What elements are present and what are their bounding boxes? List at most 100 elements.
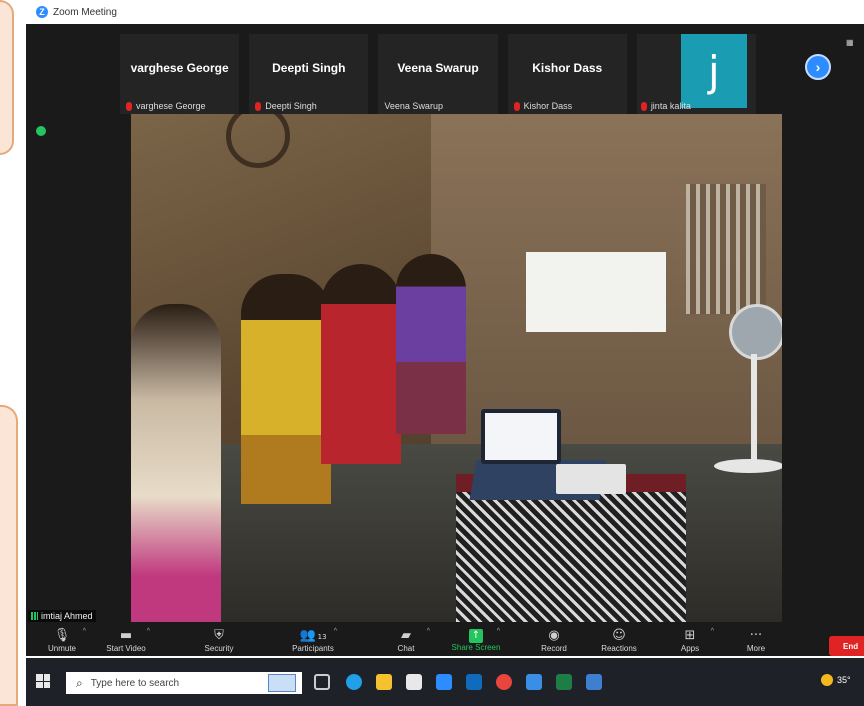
chevron-up-icon[interactable]: ^	[497, 628, 500, 635]
view-icon[interactable]: ▦	[846, 38, 854, 47]
weather-temp: 35°	[837, 675, 851, 685]
video-projector	[556, 464, 626, 494]
participant-tile[interactable]: Deepti Singh Deepti Singh	[249, 34, 369, 114]
participant-label: varghese George	[126, 101, 206, 111]
video-fan	[729, 304, 782, 360]
record-label: Record	[541, 643, 567, 653]
task-view-icon[interactable]	[314, 674, 330, 690]
search-highlight-icon	[268, 674, 296, 692]
participant-label-text: Kishor Dass	[523, 101, 573, 111]
store-icon[interactable]	[406, 674, 422, 690]
weather-widget[interactable]: 35°	[821, 674, 851, 686]
mic-muted-icon	[255, 101, 262, 111]
active-speaker-name: imtiaj Ahmed	[41, 611, 93, 621]
start-video-button[interactable]: ▬ Start Video ^	[96, 624, 156, 656]
video-people	[131, 254, 491, 622]
video-person	[321, 264, 401, 464]
reactions-icon: ☺	[612, 627, 626, 643]
chevron-up-icon[interactable]: ^	[711, 628, 714, 635]
participant-label-text: varghese George	[136, 101, 206, 111]
video-window-grill	[686, 184, 766, 314]
security-button[interactable]: ⛨ Security	[189, 624, 249, 656]
participant-tile[interactable]: varghese George varghese George	[120, 34, 240, 114]
share-screen-label: Share Screen	[451, 642, 501, 652]
edge-browser-icon[interactable]	[346, 674, 362, 690]
audio-level-icon	[31, 612, 38, 620]
participant-label: Veena Swarup	[384, 101, 443, 111]
participant-name: Deepti Singh	[272, 61, 346, 75]
zoom-taskbar-icon[interactable]	[436, 674, 452, 690]
chevron-up-icon[interactable]: ^	[427, 628, 430, 635]
video-window-light	[526, 252, 666, 332]
zoom-logo-icon: Z	[36, 6, 48, 18]
participant-thumbnail-strip: varghese George varghese George Deepti S…	[120, 34, 766, 114]
app-icon[interactable]	[526, 674, 542, 690]
record-button[interactable]: ◉ Record	[524, 624, 584, 656]
participant-name: Veena Swarup	[397, 61, 479, 75]
chrome-icon[interactable]	[496, 674, 512, 690]
participant-label-text: jinta kalita	[650, 101, 691, 111]
photos-icon[interactable]	[586, 674, 602, 690]
windows-start-icon[interactable]	[36, 674, 50, 688]
mic-muted-icon	[126, 101, 132, 111]
chevron-up-icon[interactable]: ^	[147, 628, 150, 635]
mic-muted-icon	[513, 101, 520, 111]
apps-label: Apps	[680, 643, 700, 653]
video-person	[396, 254, 466, 434]
record-icon: ◉	[548, 627, 560, 643]
chat-icon: ▰	[401, 627, 411, 643]
participant-label: Deepti Singh	[255, 101, 317, 111]
zoom-meeting-window: varghese George varghese George Deepti S…	[26, 24, 864, 656]
participant-tile[interactable]: j jinta kalita	[636, 34, 757, 114]
sun-icon	[821, 674, 833, 686]
search-placeholder: Type here to search	[90, 677, 180, 689]
video-person	[241, 274, 331, 504]
participant-label-text: Veena Swarup	[384, 101, 443, 111]
mic-off-icon: 🎙	[53, 627, 71, 643]
apps-button[interactable]: ⊞ Apps ^	[660, 624, 720, 656]
video-person	[131, 304, 221, 622]
slide-border-decoration-bottom	[0, 405, 18, 706]
more-icon: ···	[749, 627, 763, 643]
shield-icon: ⛨	[214, 627, 224, 643]
slide-border-decoration	[0, 0, 14, 155]
outlook-icon[interactable]	[466, 674, 482, 690]
unmute-button[interactable]: 🎙 Unmute ^	[32, 624, 92, 656]
chevron-up-icon[interactable]: ^	[334, 628, 337, 635]
participant-avatar: j	[680, 34, 747, 108]
encryption-shield-icon[interactable]	[36, 126, 46, 136]
next-page-arrow-icon[interactable]: ›	[805, 54, 831, 80]
apps-icon: ⊞	[684, 627, 696, 643]
participant-tile[interactable]: Kishor Dass Kishor Dass	[507, 34, 627, 114]
reactions-label: Reactions	[601, 643, 637, 653]
participants-label: Participants	[292, 643, 334, 653]
more-label: More	[746, 643, 766, 653]
reactions-button[interactable]: ☺ Reactions	[589, 624, 649, 656]
video-off-icon: ▬	[119, 627, 133, 643]
active-speaker-label: imtiaj Ahmed	[28, 610, 96, 622]
window-title: Zoom Meeting	[53, 6, 117, 18]
chevron-up-icon[interactable]: ^	[83, 628, 86, 635]
video-laptop	[481, 409, 561, 464]
mic-muted-icon	[640, 101, 647, 111]
file-explorer-icon[interactable]	[376, 674, 392, 690]
chat-label: Chat	[397, 643, 415, 653]
participant-tile[interactable]: Veena Swarup Veena Swarup	[378, 34, 498, 114]
more-button[interactable]: ··· More	[726, 624, 786, 656]
title-bar: Z Zoom Meeting	[26, 0, 864, 24]
participant-name: Kishor Dass	[532, 61, 603, 75]
taskbar-search-box[interactable]: ⌕ Type here to search	[66, 672, 302, 694]
participants-button[interactable]: 👥 13 Participants ^	[283, 624, 343, 656]
unmute-label: Unmute	[47, 643, 76, 653]
chat-button[interactable]: ▰ Chat ^	[376, 624, 436, 656]
video-wall-clock	[226, 114, 290, 168]
excel-icon[interactable]	[556, 674, 572, 690]
participants-icon: 👥 13	[299, 627, 327, 643]
main-video-feed	[131, 114, 782, 622]
participant-label-text: Deepti Singh	[265, 101, 317, 111]
end-meeting-button[interactable]: End	[829, 636, 864, 656]
meeting-toolbar: 🎙 Unmute ^ ▬ Start Video ^ ⛨ Security 👥 1…	[26, 624, 864, 656]
video-fan-base	[714, 459, 782, 473]
windows-taskbar: ⌕ Type here to search 35°	[26, 658, 864, 706]
share-screen-button[interactable]: ↑ Share Screen ^	[446, 624, 506, 656]
